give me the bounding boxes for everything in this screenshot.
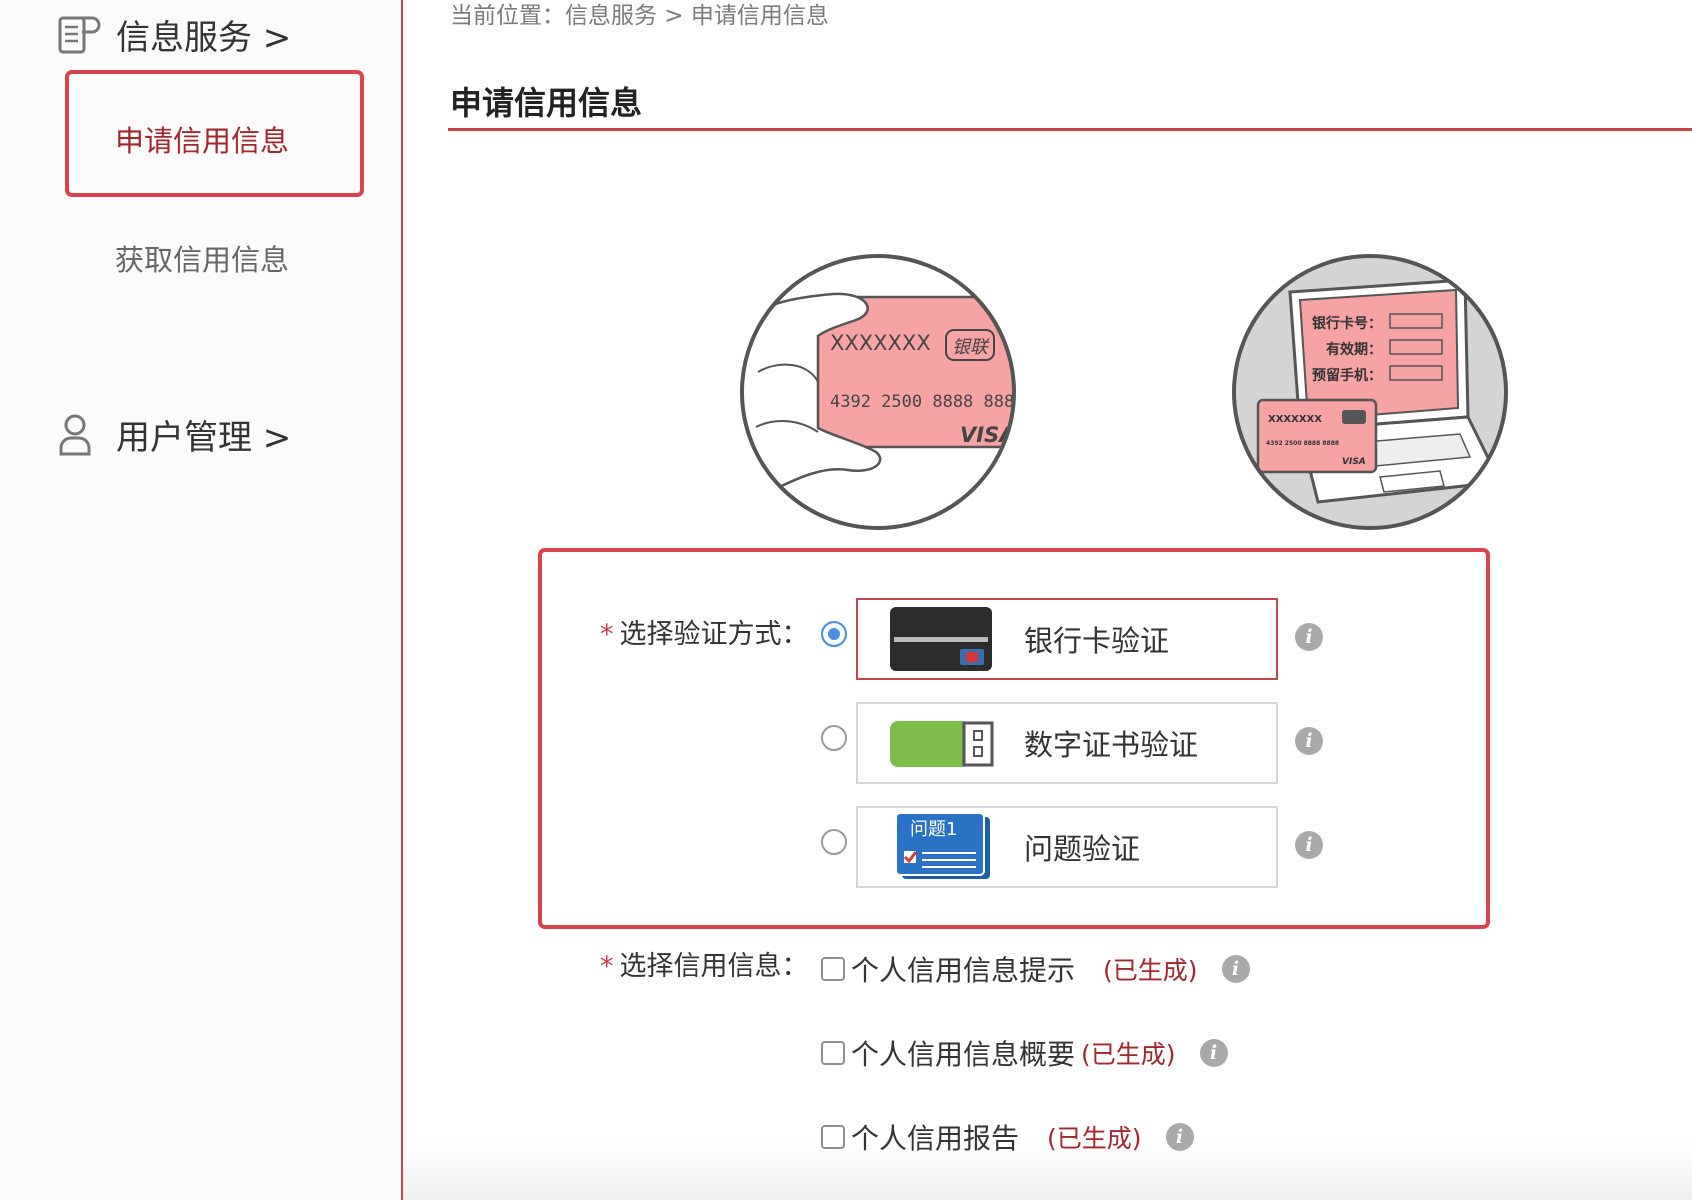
option-digital-certificate-verification[interactable]: 数字证书验证: [856, 702, 1278, 784]
nav-section-title: 用户管理 >: [116, 418, 292, 458]
breadcrumb: 当前位置：信息服务 > 申请信用信息: [450, 3, 829, 29]
credit-option-label: 个人信用信息提示: [851, 954, 1076, 987]
laptop-illustration: 银行卡号： 有效期： 预留手机： XXXXXXX 4392 2500 8888 …: [1232, 254, 1508, 530]
laptop-card-number: 4392 2500 8888 8888: [1266, 440, 1339, 447]
nav-section-title: 信息服务 >: [116, 18, 292, 58]
nav-section-user-management[interactable]: 用户管理 >: [56, 410, 291, 459]
credit-option-report[interactable]: 个人信用报告 (已生成) i: [821, 1117, 1194, 1157]
sidebar-divider: [401, 0, 403, 1200]
status-badge: (已生成): [1047, 1124, 1142, 1153]
laptop-card-brand: VISA: [1342, 457, 1366, 467]
checkbox[interactable]: [821, 957, 845, 981]
info-icon[interactable]: i: [1165, 1123, 1194, 1151]
laptop-field-card-no: 银行卡号：: [1312, 315, 1382, 332]
sidebar-item-apply-credit-info[interactable]: 申请信用信息: [115, 118, 289, 160]
info-icon[interactable]: i: [1221, 955, 1250, 983]
usb-key-icon: [890, 721, 994, 767]
status-badge: (已生成): [1081, 1040, 1176, 1069]
card-number: 4392 2500 8888 888: [830, 392, 1014, 412]
sidebar-item-get-credit-info[interactable]: 获取信用信息: [115, 237, 289, 279]
laptop-card-name: XXXXXXX: [1268, 414, 1322, 425]
radio-bank-card[interactable]: [821, 621, 847, 647]
option-label: 数字证书验证: [1024, 728, 1199, 762]
credit-option-label: 个人信用报告: [851, 1122, 1020, 1155]
card-bank-logo: 银联: [952, 337, 990, 358]
credit-option-hint[interactable]: 个人信用信息提示 (已生成) i: [821, 949, 1250, 989]
credit-info-label: * 选择信用信息：: [600, 944, 809, 983]
label-text: 选择验证方式：: [619, 619, 809, 650]
bank-card-icon: [890, 607, 992, 671]
info-icon[interactable]: i: [1295, 623, 1323, 651]
checkbox[interactable]: [821, 1041, 845, 1065]
option-question-verification[interactable]: 问题1 问题验证: [856, 806, 1278, 888]
question-card-text: 问题1: [910, 819, 957, 840]
required-mark: *: [600, 619, 614, 650]
status-badge: (已生成): [1103, 956, 1198, 985]
laptop-field-expiry: 有效期：: [1326, 341, 1382, 358]
radio-question[interactable]: [821, 829, 847, 855]
info-icon[interactable]: i: [1199, 1039, 1228, 1067]
option-label: 银行卡验证: [1024, 624, 1170, 658]
card-in-hand-illustration: XXXXXXX 银联 4392 2500 8888 888 VISA: [740, 254, 1016, 530]
info-icon[interactable]: i: [1295, 727, 1323, 755]
option-label: 问题验证: [1024, 832, 1141, 866]
laptop-field-phone: 预留手机：: [1312, 367, 1382, 384]
checkbox[interactable]: [821, 1125, 845, 1149]
page-title: 申请信用信息: [450, 84, 643, 122]
verification-method-label: * 选择验证方式：: [600, 612, 809, 651]
credit-option-label: 个人信用信息概要: [851, 1038, 1076, 1071]
question-card-icon: 问题1: [895, 813, 990, 879]
credit-option-summary[interactable]: 个人信用信息概要 (已生成) i: [821, 1033, 1228, 1073]
user-icon: [59, 414, 91, 455]
document-icon: [58, 16, 101, 53]
nav-section-info-services[interactable]: 信息服务 >: [56, 10, 291, 59]
info-icon[interactable]: i: [1295, 831, 1323, 859]
card-holder-name: XXXXXXX: [830, 331, 931, 355]
radio-digital-certificate[interactable]: [821, 725, 847, 751]
required-mark: *: [600, 951, 614, 982]
label-text: 选择信用信息：: [619, 951, 809, 982]
option-bank-card-verification[interactable]: 银行卡验证: [856, 598, 1278, 680]
title-underline: [448, 128, 1692, 131]
